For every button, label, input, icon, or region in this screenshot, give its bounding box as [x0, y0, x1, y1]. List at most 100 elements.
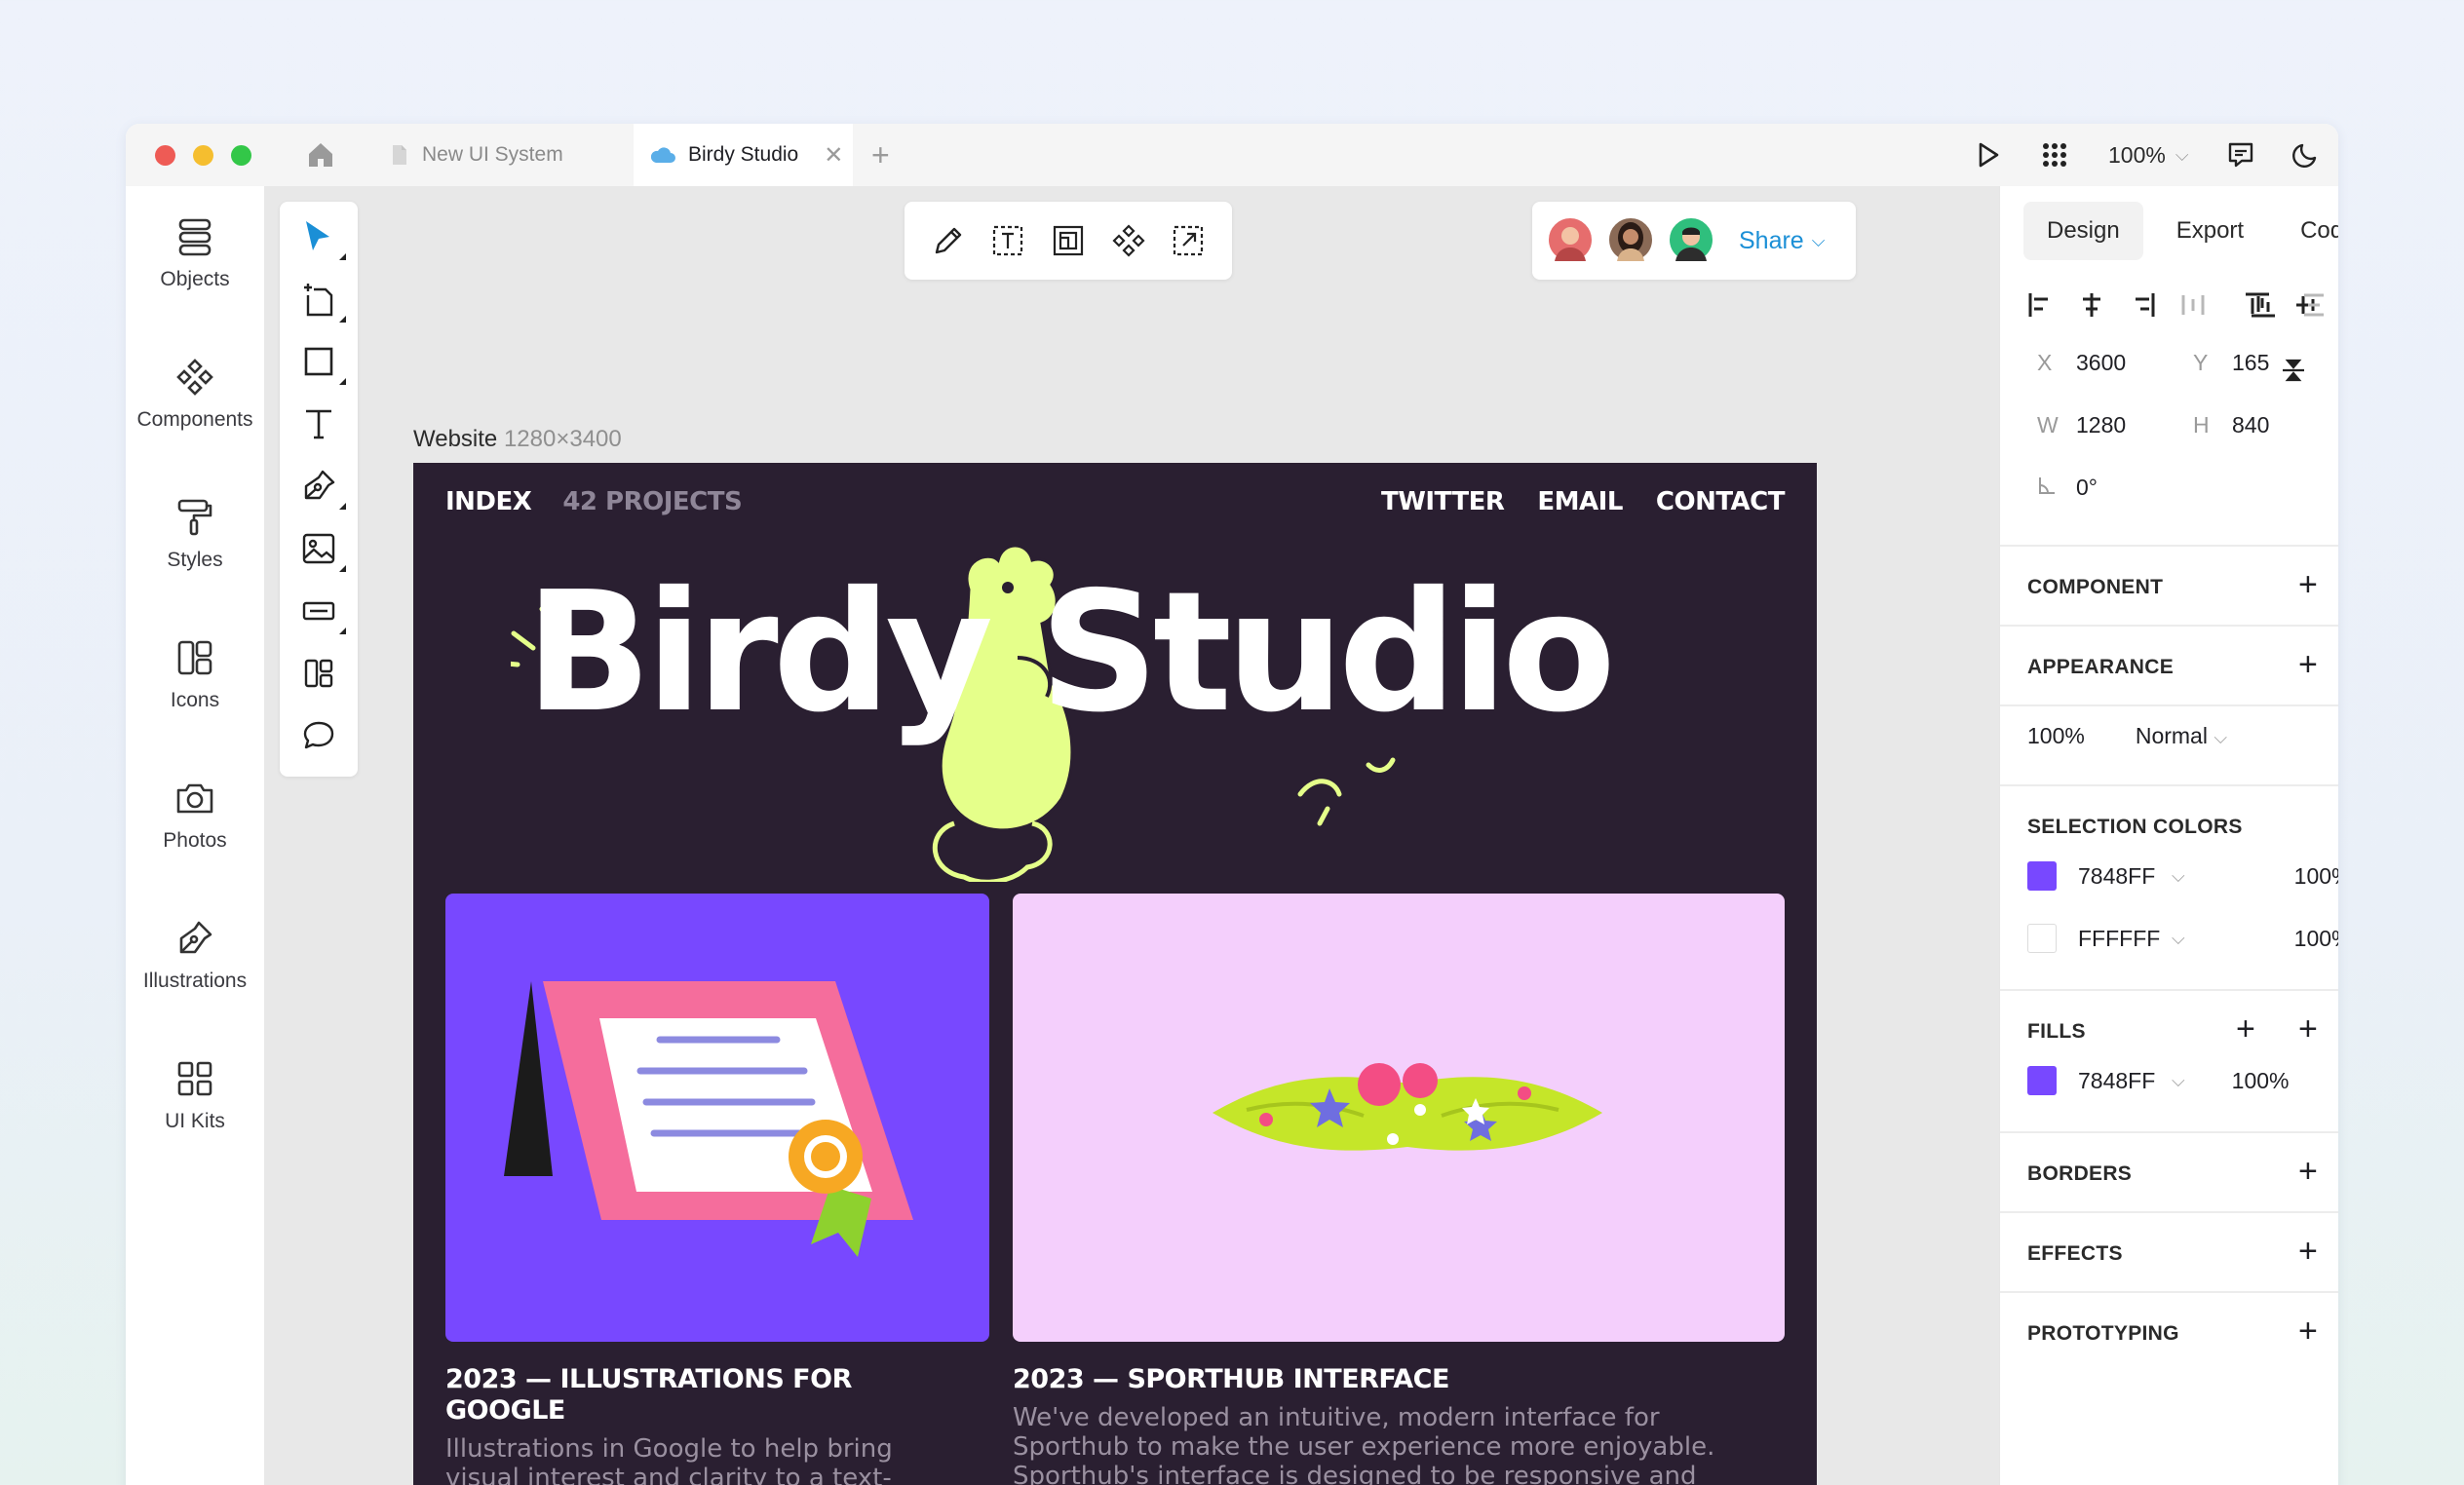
align-left-icon[interactable]: [2027, 291, 2055, 319]
theme-toggle-button[interactable]: [2291, 124, 2319, 186]
nav-index-link[interactable]: INDEX: [445, 487, 532, 516]
canvas[interactable]: Share ⌵ Website 1280×3400 INDEX 42 PROJE…: [264, 186, 1999, 1485]
add-border-button[interactable]: +: [2298, 1155, 2318, 1188]
color-swatch[interactable]: [2027, 924, 2057, 953]
color-swatch[interactable]: [2027, 861, 2057, 891]
share-label: Share: [1739, 226, 1804, 254]
tool-palette: [280, 202, 358, 777]
user-avatar-icon: [1617, 222, 1644, 261]
comment-tool[interactable]: [299, 716, 338, 755]
input-field-tool[interactable]: [299, 591, 346, 634]
collaborators-share: Share ⌵: [1532, 202, 1856, 280]
width-field[interactable]: W 1280: [2037, 412, 2126, 438]
new-tab-button[interactable]: +: [871, 137, 890, 173]
minimize-window-button[interactable]: [193, 145, 213, 166]
align-bottom-icon[interactable]: [2250, 291, 2277, 319]
avatar[interactable]: [1667, 215, 1715, 264]
project-title[interactable]: 2023 — SPORTHUB INTERFACE: [1013, 1364, 1783, 1395]
height-field[interactable]: H 840: [2193, 412, 2269, 438]
project-title[interactable]: 2023 — ILLUSTRATIONS FOR GOOGLE: [445, 1364, 952, 1427]
select-tool[interactable]: [299, 217, 346, 260]
tab-code[interactable]: Code: [2277, 202, 2338, 260]
sidebar-item-ui-kits[interactable]: UI Kits: [126, 1059, 264, 1133]
frame-tool[interactable]: [299, 280, 346, 323]
color-opacity[interactable]: 100%: [2294, 926, 2338, 952]
nav-projects-count[interactable]: 42 PROJECTS: [562, 487, 742, 516]
sidebar-item-illustrations[interactable]: Illustrations: [126, 919, 264, 993]
apps-menu-button[interactable]: [2042, 124, 2067, 186]
add-appearance-button[interactable]: +: [2298, 648, 2318, 681]
maximize-window-button[interactable]: [231, 145, 251, 166]
color-opacity[interactable]: 100%: [2294, 863, 2338, 890]
color-hex[interactable]: FFFFFF: [2078, 926, 2172, 952]
distribute-vertical-icon[interactable]: [2300, 291, 2328, 319]
w-label: W: [2037, 412, 2059, 438]
sidebar-item-photos[interactable]: Photos: [126, 779, 264, 853]
hero-title: Birdy Studio: [525, 556, 1616, 749]
rectangle-tool[interactable]: [299, 342, 346, 385]
play-icon: [1979, 142, 1999, 168]
y-field[interactable]: Y 165: [2193, 350, 2269, 376]
comments-button[interactable]: [2227, 124, 2254, 186]
sidebar-item-objects[interactable]: Objects: [126, 217, 264, 291]
text-box-icon[interactable]: [991, 224, 1024, 257]
pen-tool[interactable]: [299, 467, 346, 510]
sidebar-item-styles[interactable]: Styles: [126, 498, 264, 572]
selection-color-row[interactable]: 7848FF ⌵ 100%: [2027, 857, 2338, 895]
share-button[interactable]: Share ⌵: [1739, 202, 1825, 280]
avatar[interactable]: [1546, 215, 1595, 264]
component-icon[interactable]: [1112, 224, 1145, 257]
avatar[interactable]: [1606, 215, 1655, 264]
add-effect-button[interactable]: +: [2298, 1235, 2318, 1268]
text-tool[interactable]: [299, 404, 338, 443]
frame-label[interactable]: Website 1280×3400: [413, 426, 622, 453]
home-icon[interactable]: [305, 139, 336, 171]
components-tool[interactable]: [299, 654, 338, 693]
tab-birdy-studio[interactable]: Birdy Studio ✕: [634, 124, 853, 186]
project-card-sporthub[interactable]: [1013, 894, 1785, 1342]
chevron-down-icon[interactable]: ⌵: [2172, 1071, 2185, 1091]
color-swatch[interactable]: [2027, 1066, 2057, 1095]
x-field[interactable]: X 3600: [2037, 350, 2126, 376]
pencil-icon[interactable]: [932, 224, 965, 257]
close-window-button[interactable]: [155, 145, 175, 166]
play-button[interactable]: [1976, 124, 2001, 186]
add-fill-style-button[interactable]: +: [2298, 1012, 2318, 1046]
zoom-dropdown[interactable]: 100% ⌵: [2108, 124, 2188, 186]
chevron-down-icon[interactable]: ⌵: [2172, 866, 2185, 887]
fill-row[interactable]: 7848FF ⌵ 100%: [2027, 1061, 2289, 1100]
sidebar-item-icons[interactable]: Icons: [126, 638, 264, 712]
chevron-down-icon[interactable]: ⌵: [2172, 929, 2185, 949]
chevron-down-icon: ⌵: [1811, 230, 1826, 250]
dots-grid-icon: [2043, 143, 2066, 167]
frame-select-icon[interactable]: [1052, 224, 1085, 257]
nav-contact-link[interactable]: CONTACT: [1656, 487, 1786, 516]
layer-opacity[interactable]: 100%: [2027, 723, 2085, 749]
sidebar-item-label: Objects: [160, 268, 230, 290]
close-tab-icon[interactable]: ✕: [824, 141, 843, 170]
tab-export[interactable]: Export: [2153, 202, 2267, 260]
nav-twitter-link[interactable]: TWITTER: [1381, 487, 1505, 516]
tab-new-ui-system[interactable]: New UI System: [381, 124, 639, 186]
fill-hex[interactable]: 7848FF: [2078, 1068, 2172, 1094]
image-tool[interactable]: [299, 529, 346, 572]
tab-design[interactable]: Design: [2023, 202, 2143, 260]
project-card-google[interactable]: [445, 894, 989, 1342]
add-prototyping-button[interactable]: +: [2298, 1314, 2318, 1348]
align-center-horizontal-icon[interactable]: [2078, 291, 2105, 319]
rotation-field[interactable]: 0°: [2037, 475, 2098, 501]
sidebar-item-components[interactable]: Components: [126, 358, 264, 432]
color-hex[interactable]: 7848FF: [2078, 863, 2172, 890]
flip-vertical-icon[interactable]: [2281, 358, 2306, 383]
nav-email-link[interactable]: EMAIL: [1537, 487, 1623, 516]
website-frame[interactable]: INDEX 42 PROJECTS TWITTER EMAIL CONTACT: [413, 463, 1817, 1485]
fill-opacity[interactable]: 100%: [2232, 1068, 2290, 1094]
file-icon: [393, 145, 406, 165]
align-right-icon[interactable]: [2129, 291, 2156, 319]
add-fill-button[interactable]: +: [2236, 1012, 2255, 1046]
distribute-horizontal-icon[interactable]: [2179, 291, 2207, 319]
selection-color-row[interactable]: FFFFFF ⌵ 100%: [2027, 919, 2338, 958]
blend-mode-dropdown[interactable]: Normal ⌵: [2136, 723, 2227, 749]
add-component-button[interactable]: +: [2298, 568, 2318, 601]
resize-icon[interactable]: [1172, 224, 1205, 257]
